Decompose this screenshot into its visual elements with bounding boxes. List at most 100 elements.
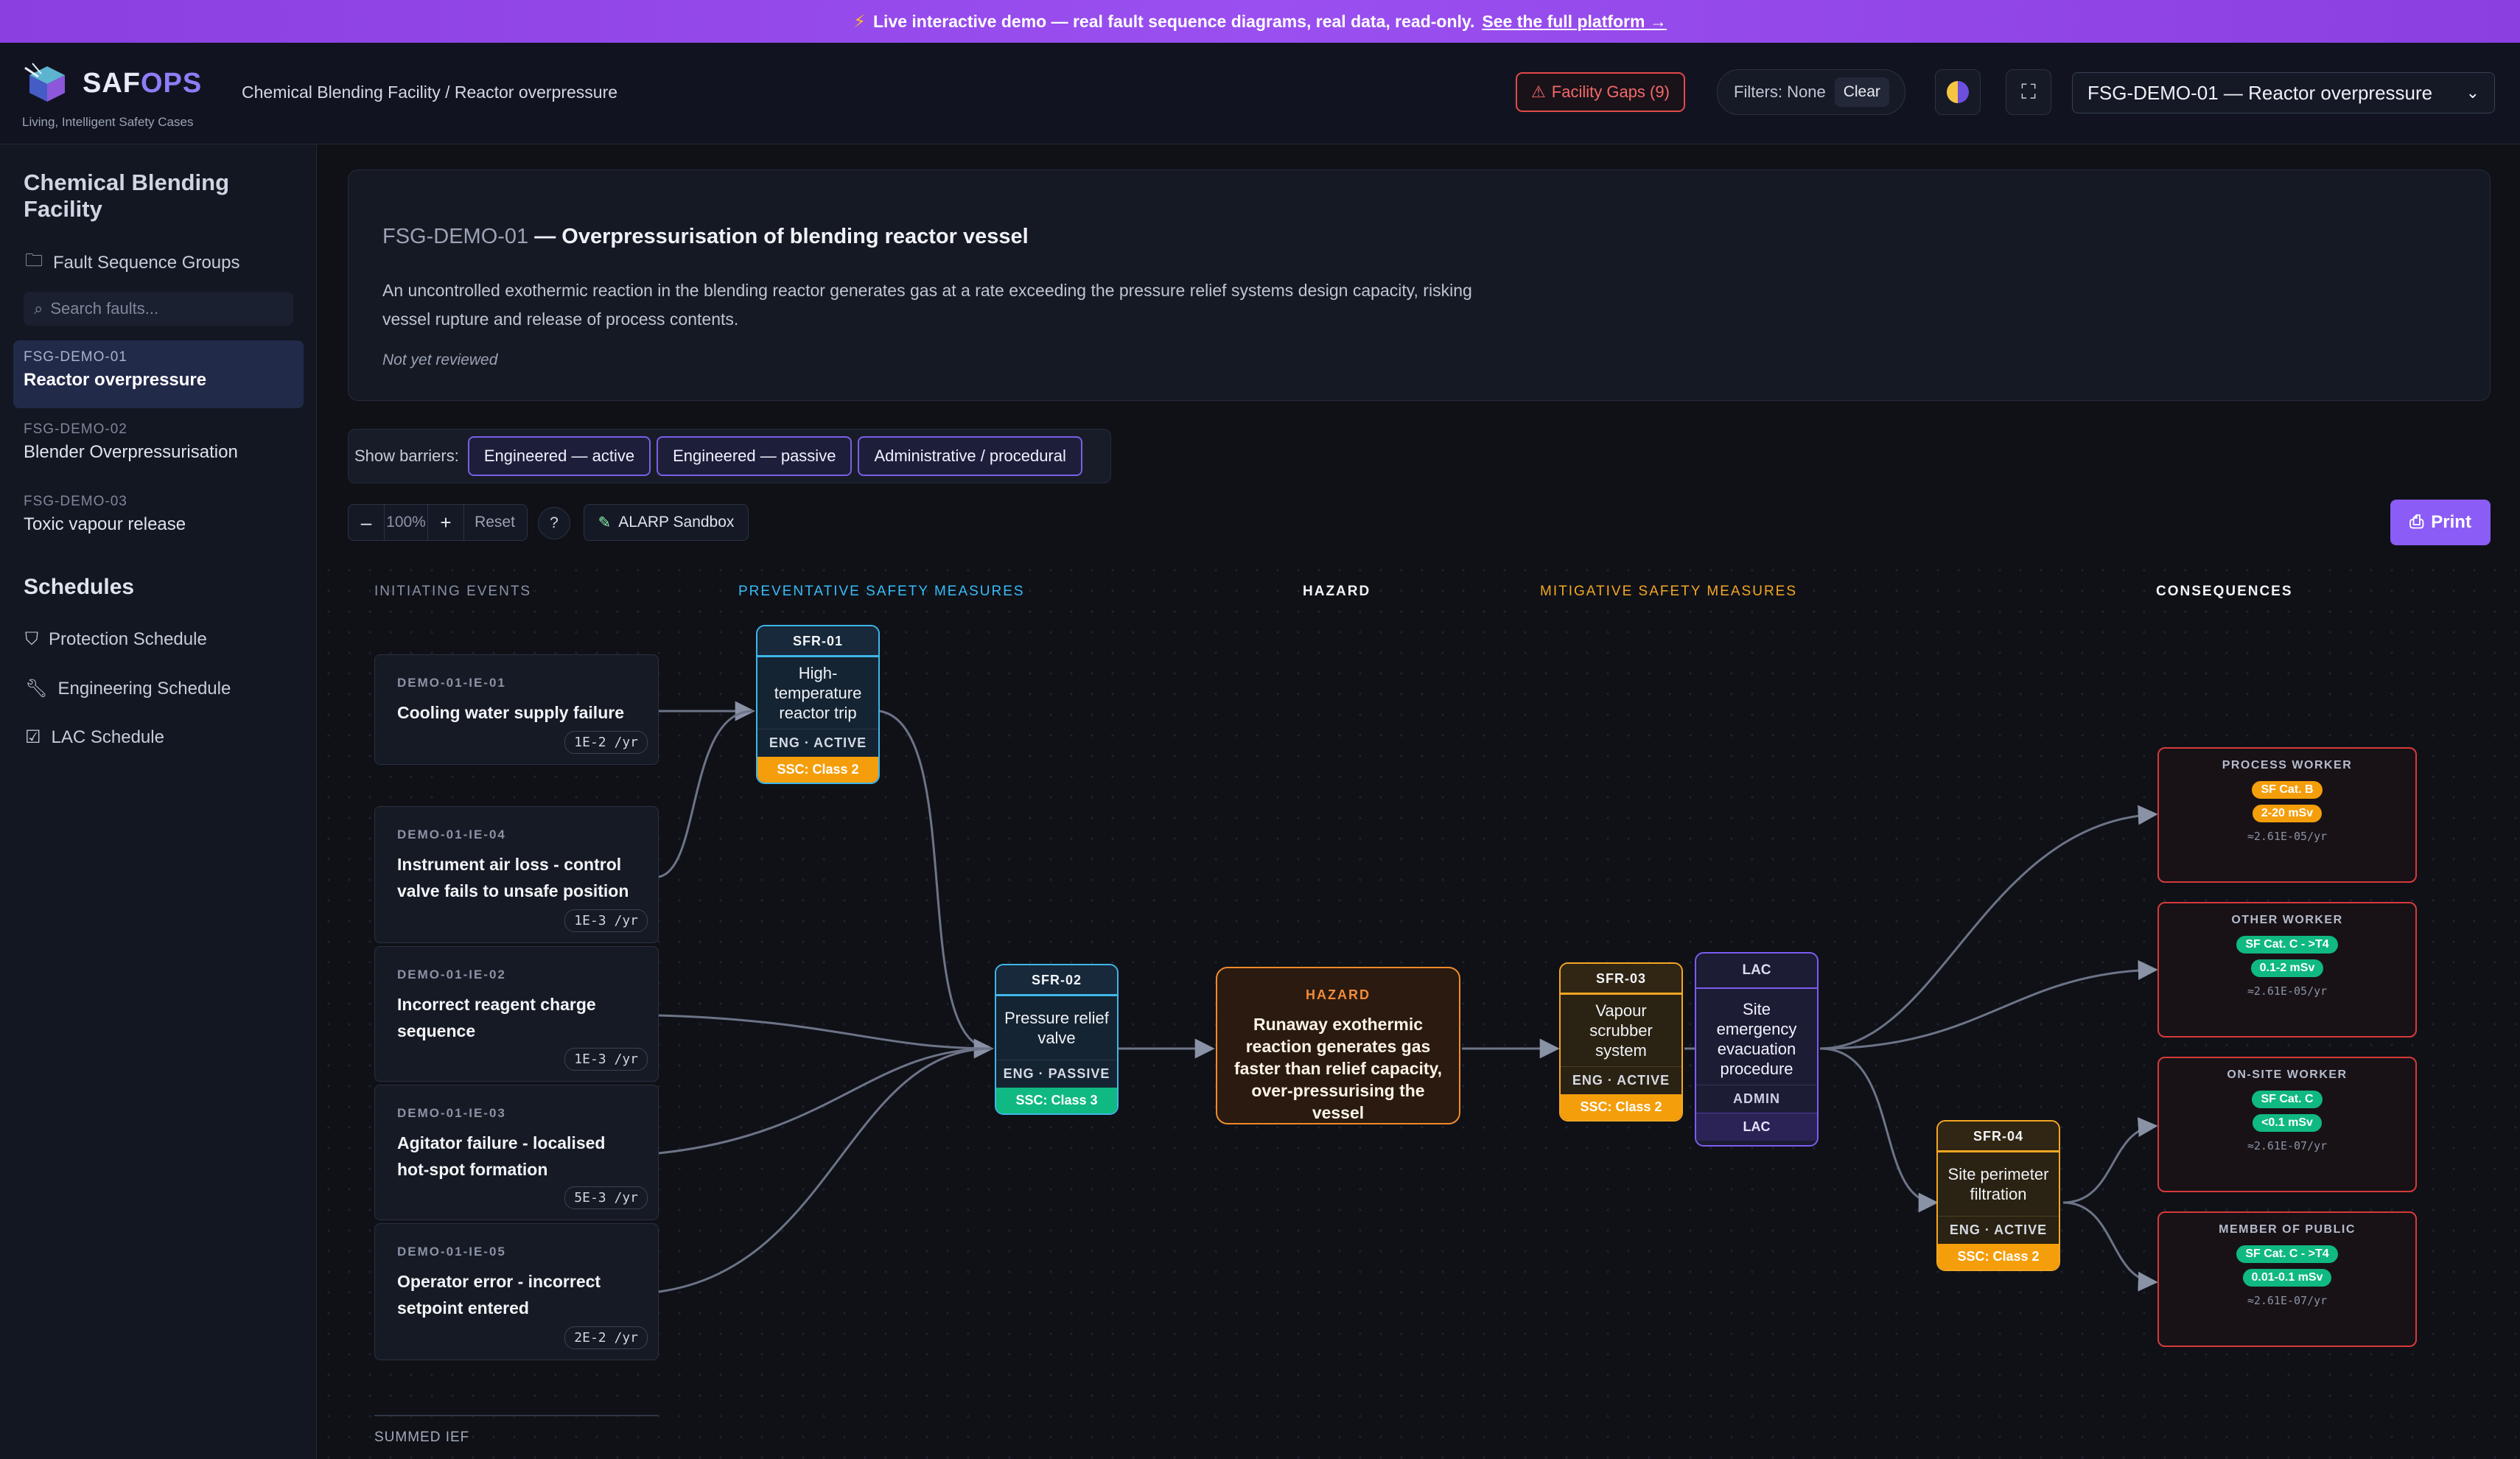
sfr-name: Site perimeter filtration: [1947, 1165, 2049, 1203]
fault-name: Reactor overpressure: [24, 370, 207, 390]
schedule-label: LAC Schedule: [51, 727, 164, 747]
barrier-chip-administrative[interactable]: Administrative / procedural: [858, 436, 1082, 476]
event-name: Cooling water supply failure: [397, 703, 624, 722]
event-code: DEMO-01-IE-04: [397, 828, 506, 842]
consequence-frequency: ≈2.61E-07/yr: [2247, 1139, 2328, 1152]
initiating-event-card[interactable]: DEMO-01-IE-03 Agitator failure - localis…: [374, 1085, 659, 1220]
alarp-label: ALARP Sandbox: [618, 514, 735, 531]
event-code: DEMO-01-IE-02: [397, 968, 506, 982]
sfr-id: SFR-01: [757, 626, 878, 657]
fullscreen-icon: ⛶: [2021, 80, 2036, 103]
lightning-icon: ⚡: [853, 11, 866, 32]
fault-sequence-groups-link[interactable]: 🗀 Fault Sequence Groups: [25, 248, 240, 278]
dose-badge: 2-20 mSv: [2252, 805, 2323, 822]
ssc-class-badge: SSC: Class 2: [1561, 1094, 1681, 1120]
connector-ie05-sfr02: [658, 1047, 993, 1293]
initiating-event-card[interactable]: DEMO-01-IE-01 Cooling water supply failu…: [374, 654, 659, 765]
safety-measure-sfr-02[interactable]: SFR-02 Pressure relief valve ENG · PASSI…: [995, 964, 1119, 1115]
sidebar-fault-fsg-demo-03[interactable]: FSG-DEMO-03 Toxic vapour release: [13, 485, 304, 553]
protection-schedule-link[interactable]: ⛉ Protection Schedule: [25, 629, 207, 650]
fsg-title-text: — Overpressurisation of blending reactor…: [528, 225, 1029, 248]
consequence-on-site-worker[interactable]: ON-SITE WORKER SF Cat. C <0.1 mSv ≈2.61E…: [2157, 1057, 2417, 1192]
theme-icon: [1947, 81, 1969, 103]
zoom-reset-button[interactable]: Reset: [463, 505, 525, 540]
sf-category-badge: SF Cat. C: [2252, 1091, 2323, 1108]
safety-measure-sfr-01[interactable]: SFR-01 High-temperature reactor trip ENG…: [756, 625, 880, 784]
consequence-other-worker[interactable]: OTHER WORKER SF Cat. C - >T4 0.1-2 mSv ≈…: [2157, 902, 2417, 1038]
fault-id: FSG-DEMO-02: [24, 421, 127, 437]
ssc-class-badge: SSC: Class 2: [757, 757, 878, 783]
facility-title: Chemical Blending Facility: [24, 169, 230, 222]
sfr-type: ENG · PASSIVE: [996, 1060, 1117, 1088]
clear-filters-button[interactable]: Clear: [1834, 77, 1889, 107]
sf-category-badge: SF Cat. C - >T4: [2236, 1245, 2338, 1263]
ssc-class-badge: SSC: Class 3: [996, 1088, 1117, 1113]
filters-pill: Filters: None Clear: [1717, 69, 1905, 115]
tagline: Living, Intelligent Safety Cases: [22, 115, 194, 129]
event-frequency-badge: 2E-2 /yr: [564, 1326, 648, 1349]
fullscreen-button[interactable]: ⛶: [2006, 69, 2051, 115]
event-frequency-badge: 5E-3 /yr: [564, 1186, 648, 1209]
safety-measure-sfr-03[interactable]: SFR-03 Vapour scrubber system ENG · ACTI…: [1559, 962, 1683, 1122]
sidebar-fault-fsg-demo-02[interactable]: FSG-DEMO-02 Blender Overpressurisation: [13, 413, 304, 480]
safops-logo-icon: [24, 63, 65, 102]
barrier-chip-engineered-passive[interactable]: Engineered — passive: [657, 436, 853, 476]
full-platform-link[interactable]: See the full platform →: [1482, 12, 1666, 32]
event-code: DEMO-01-IE-03: [397, 1106, 506, 1120]
logo[interactable]: SAFOPS: [22, 62, 202, 105]
review-status: Not yet reviewed: [382, 351, 498, 368]
sf-category-badge: SF Cat. B: [2252, 781, 2323, 799]
sidebar-fault-fsg-demo-01[interactable]: FSG-DEMO-01 Reactor overpressure: [13, 340, 304, 408]
fault-sequence-diagram[interactable]: INITIATING EVENTS PREVENTATIVE SAFETY ME…: [318, 560, 2520, 1459]
zoom-controls: – 100% + Reset: [348, 504, 528, 541]
zoom-out-button[interactable]: –: [349, 505, 384, 540]
barrier-filter: Show barriers: Engineered — active Engin…: [348, 429, 1111, 483]
summed-ief-label: SUMMED IEF: [374, 1430, 470, 1445]
summed-divider: [374, 1415, 659, 1416]
print-button[interactable]: ⎙ Print: [2390, 500, 2491, 545]
fault-sequence-groups-label: Fault Sequence Groups: [53, 252, 240, 273]
consequence-receptor: PROCESS WORKER: [2222, 759, 2353, 772]
sfr-name: High-temperature reactor trip: [774, 664, 862, 722]
pencil-icon: ✎: [598, 514, 612, 531]
consequence-receptor: MEMBER OF PUBLIC: [2219, 1223, 2356, 1236]
chevron-down-icon: ⌄: [2465, 83, 2479, 102]
folder-icon: 🗀: [25, 251, 43, 270]
search-input[interactable]: ⌕ Search faults...: [24, 292, 293, 326]
event-name: Agitator failure - localised hot-spot fo…: [397, 1133, 606, 1179]
consequence-process-worker[interactable]: PROCESS WORKER SF Cat. B 2-20 mSv ≈2.61E…: [2157, 747, 2417, 883]
zoom-in-button[interactable]: +: [428, 505, 463, 540]
consequence-member-of-public[interactable]: MEMBER OF PUBLIC SF Cat. C - >T4 0.01-0.…: [2157, 1211, 2417, 1347]
connector-ie02-sfr02: [658, 1014, 993, 1050]
fsg-description: An uncontrolled exothermic reaction in t…: [382, 281, 1472, 329]
app-header: SAFOPS Living, Intelligent Safety Cases …: [0, 43, 2520, 144]
initiating-event-card[interactable]: DEMO-01-IE-05 Operator error - incorrect…: [374, 1223, 659, 1360]
initiating-event-card[interactable]: DEMO-01-IE-04 Instrument air loss - cont…: [374, 806, 659, 943]
hazard-node[interactable]: HAZARD Runaway exothermic reaction gener…: [1216, 967, 1460, 1124]
lac-head: LAC: [1696, 954, 1817, 989]
barrier-filter-label: Show barriers:: [354, 447, 459, 465]
schedule-label: Engineering Schedule: [57, 678, 231, 699]
lac-name: Site emergency evacuation procedure: [1716, 1000, 1797, 1078]
sfr-id: SFR-03: [1561, 964, 1681, 995]
help-button[interactable]: ?: [538, 507, 570, 539]
sfr-id: SFR-02: [996, 965, 1117, 996]
consequence-frequency: ≈2.61E-07/yr: [2247, 1294, 2328, 1307]
barrier-chip-engineered-active[interactable]: Engineered — active: [467, 436, 651, 476]
lac-schedule-link[interactable]: ☑ LAC Schedule: [25, 727, 164, 748]
safety-measure-sfr-04[interactable]: SFR-04 Site perimeter filtration ENG · A…: [1936, 1120, 2060, 1271]
alarp-sandbox-button[interactable]: ✎ ALARP Sandbox: [584, 504, 749, 541]
fsg-title: FSG-DEMO-01 — Overpressurisation of blen…: [382, 225, 1029, 249]
schedules-heading: Schedules: [24, 575, 135, 599]
lac-emergency-evacuation[interactable]: LAC Site emergency evacuation procedure …: [1695, 952, 1819, 1147]
connector-sfr04-public: [2062, 1201, 2158, 1292]
theme-toggle-button[interactable]: [1935, 69, 1981, 115]
fsg-select[interactable]: FSG-DEMO-01 — Reactor overpressure ⌄: [2072, 72, 2495, 113]
sfr-type: ENG · ACTIVE: [1938, 1216, 2059, 1244]
initiating-event-card[interactable]: DEMO-01-IE-02 Incorrect reagent charge s…: [374, 946, 659, 1082]
printer-icon: ⎙: [2409, 512, 2424, 532]
hazard-label: HAZARD: [1306, 987, 1371, 1002]
engineering-schedule-link[interactable]: 🔧︎ Engineering Schedule: [25, 678, 231, 699]
facility-gaps-button[interactable]: ⚠ Facility Gaps (9): [1516, 72, 1685, 112]
event-frequency-badge: 1E-3 /yr: [564, 909, 648, 932]
